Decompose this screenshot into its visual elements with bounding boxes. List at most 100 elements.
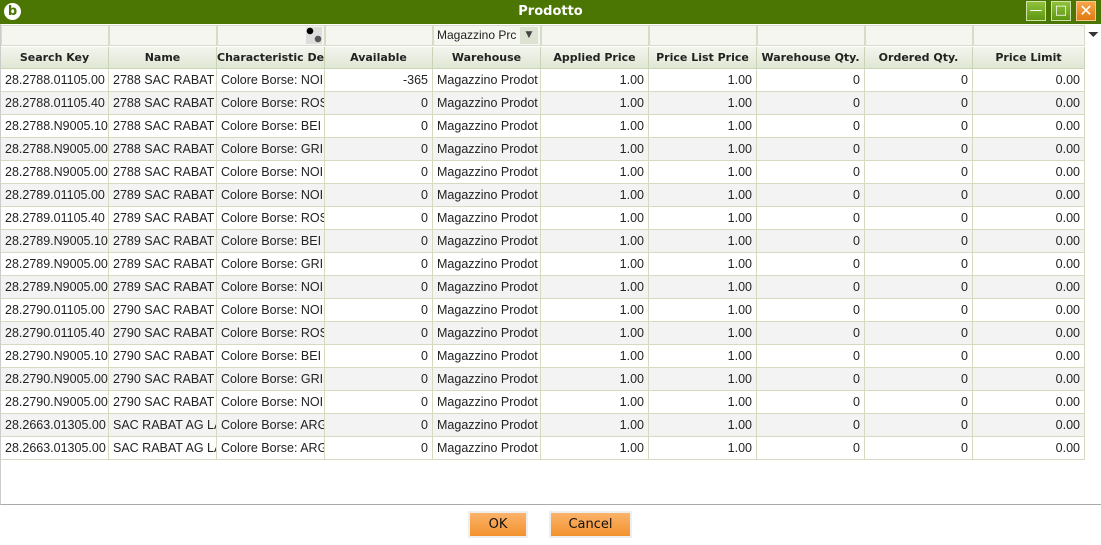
column-header-search-key[interactable]: Search Key: [1, 47, 109, 69]
cell-applied-price: 1.00: [541, 437, 649, 460]
table-row[interactable]: 28.2789.N9005.10 2789 SAC RABAT Colore Bor…: [1, 230, 1085, 253]
column-header-characteristic[interactable]: Characteristic Des: [217, 47, 325, 69]
table-row[interactable]: 28.2788.01105.40 2788 SAC RABAT Colore Bor…: [1, 92, 1085, 115]
cell-applied-price: 1.00: [541, 230, 649, 253]
cell-name: 2788 SAC RABAT: [109, 115, 217, 138]
table-row[interactable]: 28.2788.01105.00 2788 SAC RABAT Colore Bor…: [1, 69, 1085, 92]
cell-available: -365: [325, 69, 433, 92]
column-header-available[interactable]: Available: [325, 47, 433, 69]
cell-price-list-price: 1.00: [649, 437, 757, 460]
cell-ordered-qty: 0: [865, 345, 973, 368]
table-row[interactable]: 28.2663.01305.00 SAC RABAT AG LA Colore Bo…: [1, 414, 1085, 437]
table-row[interactable]: 28.2789.N9005.00 2789 SAC RABAT Colore Bor…: [1, 276, 1085, 299]
table-row[interactable]: 28.2790.N9005.10 2790 SAC RABAT Colore Bor…: [1, 345, 1085, 368]
minimize-button[interactable]: —: [1026, 1, 1046, 21]
cell-applied-price: 1.00: [541, 299, 649, 322]
filter-warehouse-qty[interactable]: [757, 25, 865, 46]
table-row[interactable]: 28.2788.N9005.00 2788 SAC RABAT Colore Bor…: [1, 138, 1085, 161]
cell-warehouse-qty: 0: [757, 368, 865, 391]
cell-warehouse: Magazzino Prodot: [433, 345, 541, 368]
filter-price-limit[interactable]: [973, 25, 1085, 46]
cell-applied-price: 1.00: [541, 161, 649, 184]
cell-ordered-qty: 0: [865, 115, 973, 138]
filter-warehouse[interactable]: Magazzino Prc ▼: [433, 25, 541, 46]
cell-price-list-price: 1.00: [649, 230, 757, 253]
cell-warehouse: Magazzino Prodot: [433, 437, 541, 460]
cell-applied-price: 1.00: [541, 92, 649, 115]
table-row[interactable]: 28.2790.N9005.00 2790 SAC RABAT Colore Bor…: [1, 368, 1085, 391]
ok-button[interactable]: OK: [468, 511, 528, 538]
cell-ordered-qty: 0: [865, 368, 973, 391]
filter-price-list-price[interactable]: [649, 25, 757, 46]
cell-price-list-price: 1.00: [649, 115, 757, 138]
cell-warehouse-qty: 0: [757, 391, 865, 414]
column-header-warehouse-qty[interactable]: Warehouse Qty.: [757, 47, 865, 69]
filter-characteristic[interactable]: [217, 25, 325, 46]
cell-ordered-qty: 0: [865, 299, 973, 322]
characteristic-picker-icon[interactable]: [306, 27, 322, 44]
cell-price-limit: 0.00: [973, 69, 1085, 92]
cell-price-limit: 0.00: [973, 92, 1085, 115]
cell-price-list-price: 1.00: [649, 253, 757, 276]
cell-available: 0: [325, 368, 433, 391]
table-row[interactable]: 28.2790.N9005.00 2790 SAC RABAT Colore Bor…: [1, 391, 1085, 414]
cell-price-list-price: 1.00: [649, 414, 757, 437]
cell-search-key: 28.2790.01105.00: [1, 299, 109, 322]
cell-warehouse-qty: 0: [757, 414, 865, 437]
cell-name: 2789 SAC RABAT: [109, 207, 217, 230]
cell-characteristic: Colore Borse: NOI: [217, 161, 325, 184]
cell-characteristic: Colore Borse: GRI: [217, 138, 325, 161]
column-header-applied-price[interactable]: Applied Price: [541, 47, 649, 69]
table-row[interactable]: 28.2789.01105.40 2789 SAC RABAT Colore Bor…: [1, 207, 1085, 230]
filter-available[interactable]: [325, 25, 433, 46]
cell-price-limit: 0.00: [973, 138, 1085, 161]
cell-characteristic: Colore Borse: NOI: [217, 276, 325, 299]
table-row[interactable]: 28.2789.01105.00 2789 SAC RABAT Colore Bor…: [1, 184, 1085, 207]
cell-available: 0: [325, 345, 433, 368]
cell-warehouse: Magazzino Prodot: [433, 368, 541, 391]
cell-characteristic: Colore Borse: BEI: [217, 230, 325, 253]
column-header-name[interactable]: Name: [109, 47, 217, 69]
cell-warehouse: Magazzino Prodot: [433, 414, 541, 437]
filter-icon[interactable]: ⏷: [1085, 25, 1101, 46]
table-row[interactable]: 28.2788.N9005.10 2788 SAC RABAT Colore Bor…: [1, 115, 1085, 138]
cell-available: 0: [325, 92, 433, 115]
column-header-price-list-price[interactable]: Price List Price: [649, 47, 757, 69]
column-header-warehouse[interactable]: Warehouse: [433, 47, 541, 69]
cell-name: 2789 SAC RABAT: [109, 184, 217, 207]
cell-available: 0: [325, 184, 433, 207]
table-row[interactable]: 28.2790.01105.40 2790 SAC RABAT Colore Bor…: [1, 322, 1085, 345]
cell-warehouse: Magazzino Prodot: [433, 230, 541, 253]
filter-name[interactable]: [109, 25, 217, 46]
cell-available: 0: [325, 115, 433, 138]
close-button[interactable]: ✕: [1076, 1, 1096, 21]
table-row[interactable]: 28.2663.01305.00 SAC RABAT AG LA Colore Bo…: [1, 437, 1085, 460]
column-header-ordered-qty[interactable]: Ordered Qty.: [865, 47, 973, 69]
column-header-price-limit[interactable]: Price Limit: [973, 47, 1085, 69]
cell-characteristic: Colore Borse: GRI: [217, 368, 325, 391]
cell-search-key: 28.2788.01105.40: [1, 92, 109, 115]
cell-warehouse: Magazzino Prodot: [433, 253, 541, 276]
cell-price-list-price: 1.00: [649, 391, 757, 414]
table-row[interactable]: 28.2788.N9005.00 2788 SAC RABAT Colore Bor…: [1, 161, 1085, 184]
cell-applied-price: 1.00: [541, 368, 649, 391]
cell-applied-price: 1.00: [541, 253, 649, 276]
cell-warehouse-qty: 0: [757, 253, 865, 276]
cell-price-limit: 0.00: [973, 276, 1085, 299]
cell-price-list-price: 1.00: [649, 276, 757, 299]
cell-applied-price: 1.00: [541, 276, 649, 299]
warehouse-filter-value[interactable]: Magazzino Prc: [437, 28, 519, 42]
cell-warehouse-qty: 0: [757, 92, 865, 115]
filter-ordered-qty[interactable]: [865, 25, 973, 46]
window-titlebar: b Prodotto — □ ✕: [0, 0, 1101, 24]
cancel-button[interactable]: Cancel: [549, 511, 632, 538]
filter-applied-price[interactable]: [541, 25, 649, 46]
table-row[interactable]: 28.2790.01105.00 2790 SAC RABAT Colore Bor…: [1, 299, 1085, 322]
filter-search-key[interactable]: [1, 25, 109, 46]
dropdown-arrow-icon[interactable]: ▼: [520, 27, 538, 44]
table-row[interactable]: 28.2789.N9005.00 2789 SAC RABAT Colore Bor…: [1, 253, 1085, 276]
cell-name: 2788 SAC RABAT: [109, 138, 217, 161]
maximize-button[interactable]: □: [1051, 1, 1071, 21]
cell-price-limit: 0.00: [973, 184, 1085, 207]
cell-name: 2790 SAC RABAT: [109, 368, 217, 391]
